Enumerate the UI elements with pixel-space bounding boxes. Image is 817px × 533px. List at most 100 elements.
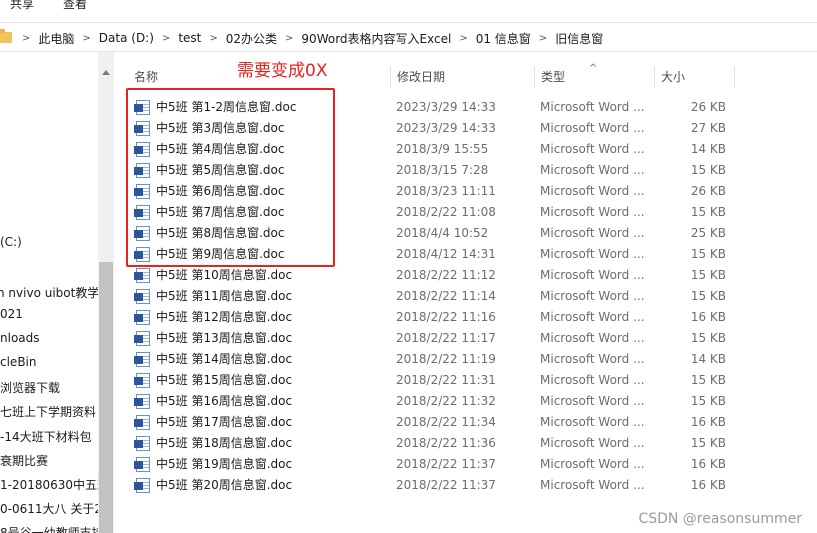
word-doc-icon — [134, 331, 150, 346]
chevron-right-icon[interactable]: > — [201, 33, 225, 44]
file-row[interactable]: 中5班 第7周信息窗.doc 2018/2/22 11:08 Microsoft W… — [114, 202, 817, 223]
chevron-right-icon[interactable]: > — [277, 33, 301, 44]
file-type: Microsoft Word ... — [540, 310, 645, 324]
file-name: 中5班 第10周信息窗.doc — [156, 268, 293, 282]
column-size-header[interactable]: 大小 — [654, 66, 734, 88]
file-name: 中5班 第3周信息窗.doc — [156, 121, 285, 135]
breadcrumb-test[interactable]: test — [178, 31, 201, 45]
file-type: Microsoft Word ... — [540, 394, 645, 408]
file-size: 27 KB — [690, 121, 726, 135]
column-divider — [734, 66, 741, 88]
file-date: 2018/2/22 11:32 — [396, 394, 496, 408]
file-row[interactable]: 中5班 第15周信息窗.doc 2018/2/22 11:31 Microsoft … — [114, 370, 817, 391]
file-type: Microsoft Word ... — [540, 268, 645, 282]
file-date: 2018/4/4 10:52 — [396, 226, 489, 240]
nav-item-c-drive[interactable]: (C:) — [0, 235, 22, 249]
word-doc-icon — [134, 352, 150, 367]
file-size: 16 KB — [690, 415, 726, 429]
file-row[interactable]: 中5班 第1-2周信息窗.doc 2023/3/29 14:33 Microsoft… — [114, 97, 817, 118]
nav-item[interactable]: 衰期比赛 — [0, 452, 48, 469]
file-name: 中5班 第7周信息窗.doc — [156, 205, 285, 219]
nav-item-recycle-bin[interactable]: cleBin — [0, 355, 37, 369]
word-doc-icon — [134, 100, 150, 115]
file-date: 2018/3/15 7:28 — [396, 163, 489, 177]
file-row[interactable]: 中5班 第3周信息窗.doc 2023/3/29 14:33 Microsoft W… — [114, 118, 817, 139]
breadcrumb-this-pc[interactable]: 此电脑 — [38, 30, 74, 47]
nav-scrollbar-thumb[interactable] — [99, 262, 113, 533]
nav-item[interactable]: 七班上下学期资料 — [0, 403, 96, 420]
file-type: Microsoft Word ... — [540, 352, 645, 366]
file-row[interactable]: 中5班 第16周信息窗.doc 2018/2/22 11:32 Microsoft … — [114, 391, 817, 412]
file-row[interactable]: 中5班 第18周信息窗.doc 2018/2/22 11:36 Microsoft … — [114, 433, 817, 454]
file-name: 中5班 第17周信息窗.doc — [156, 415, 293, 429]
breadcrumb: > 此电脑 > Data (D:) > test > 02办公类 > 90Wor… — [14, 23, 603, 53]
file-type: Microsoft Word ... — [540, 415, 645, 429]
file-type: Microsoft Word ... — [540, 163, 645, 177]
breadcrumb-office[interactable]: 02办公类 — [226, 30, 277, 47]
chevron-right-icon[interactable]: > — [451, 33, 475, 44]
scroll-up-icon[interactable] — [102, 70, 110, 75]
nav-item-downloads[interactable]: nloads — [0, 331, 40, 345]
nav-item[interactable]: n nvivo uibot教学 — [0, 284, 99, 301]
annotation-label: 需要变成0X — [237, 61, 328, 81]
file-size: 26 KB — [690, 184, 726, 198]
file-row[interactable]: 中5班 第9周信息窗.doc 2018/4/12 14:31 Microsoft W… — [114, 244, 817, 265]
file-type: Microsoft Word ... — [540, 226, 645, 240]
file-date: 2023/3/29 14:33 — [396, 100, 496, 114]
file-name: 中5班 第9周信息窗.doc — [156, 247, 285, 261]
chevron-right-icon[interactable]: > — [14, 33, 38, 44]
breadcrumb-old-info-window[interactable]: 旧信息窗 — [555, 30, 603, 47]
column-date-header[interactable]: 修改日期 — [390, 66, 534, 88]
word-doc-icon — [134, 289, 150, 304]
word-doc-icon — [134, 373, 150, 388]
column-header: 名称 修改日期 类型 大小 ^ — [114, 63, 817, 88]
file-row[interactable]: 中5班 第5周信息窗.doc 2018/3/15 7:28 Microsoft Wo… — [114, 160, 817, 181]
file-type: Microsoft Word ... — [540, 121, 645, 135]
nav-item[interactable]: 8号谷一幼教师支持 — [0, 524, 104, 533]
ribbon-tab-share[interactable]: 共享 — [10, 0, 34, 12]
breadcrumb-info-window[interactable]: 01 信息窗 — [476, 30, 531, 47]
file-row[interactable]: 中5班 第20周信息窗.doc 2018/2/22 11:37 Microsoft … — [114, 475, 817, 496]
file-row[interactable]: 中5班 第10周信息窗.doc 2018/2/22 11:12 Microsoft … — [114, 265, 817, 286]
file-name: 中5班 第4周信息窗.doc — [156, 142, 285, 156]
word-doc-icon — [134, 163, 150, 178]
file-row[interactable]: 中5班 第17周信息窗.doc 2018/2/22 11:34 Microsoft … — [114, 412, 817, 433]
file-row[interactable]: 中5班 第13周信息窗.doc 2018/2/22 11:17 Microsoft … — [114, 328, 817, 349]
file-size: 15 KB — [690, 268, 726, 282]
file-name: 中5班 第13周信息窗.doc — [156, 331, 293, 345]
file-name: 中5班 第8周信息窗.doc — [156, 226, 285, 240]
ribbon-tab-view[interactable]: 查看 — [63, 0, 87, 12]
file-row[interactable]: 中5班 第12周信息窗.doc 2018/2/22 11:16 Microsoft … — [114, 307, 817, 328]
file-row[interactable]: 中5班 第19周信息窗.doc 2018/2/22 11:37 Microsoft … — [114, 454, 817, 475]
nav-item[interactable]: 1-20180630中五班 — [0, 476, 109, 493]
file-date: 2018/2/22 11:12 — [396, 268, 496, 282]
file-date: 2018/4/12 14:31 — [396, 247, 496, 261]
file-date: 2018/2/22 11:34 — [396, 415, 496, 429]
breadcrumb-word-to-excel[interactable]: 90Word表格内容写入Excel — [301, 30, 451, 47]
nav-item[interactable]: -14大班下材料包 — [0, 428, 92, 445]
nav-item[interactable]: 浏览器下载 — [0, 379, 60, 396]
file-type: Microsoft Word ... — [540, 436, 645, 450]
file-date: 2018/2/22 11:31 — [396, 373, 496, 387]
file-size: 15 KB — [690, 205, 726, 219]
address-bar[interactable]: > 此电脑 > Data (D:) > test > 02办公类 > 90Wor… — [0, 22, 817, 52]
file-size: 15 KB — [690, 436, 726, 450]
chevron-right-icon[interactable]: > — [74, 33, 98, 44]
file-date: 2018/3/9 15:55 — [396, 142, 489, 156]
breadcrumb-data-drive[interactable]: Data (D:) — [99, 31, 154, 45]
file-row[interactable]: 中5班 第14周信息窗.doc 2018/2/22 11:19 Microsoft … — [114, 349, 817, 370]
file-row[interactable]: 中5班 第4周信息窗.doc 2018/3/9 15:55 Microsoft Wo… — [114, 139, 817, 160]
nav-item[interactable]: 021 — [0, 307, 23, 321]
file-row[interactable]: 中5班 第6周信息窗.doc 2018/3/23 11:11 Microsoft W… — [114, 181, 817, 202]
nav-item[interactable]: 0-0611大八 关于2 — [0, 500, 102, 517]
file-size: 16 KB — [690, 310, 726, 324]
file-type: Microsoft Word ... — [540, 100, 645, 114]
file-date: 2018/2/22 11:14 — [396, 289, 496, 303]
word-doc-icon — [134, 310, 150, 325]
file-size: 15 KB — [690, 331, 726, 345]
file-row[interactable]: 中5班 第11周信息窗.doc 2018/2/22 11:14 Microsoft … — [114, 286, 817, 307]
file-size: 14 KB — [690, 142, 726, 156]
chevron-right-icon[interactable]: > — [154, 33, 178, 44]
chevron-right-icon[interactable]: > — [531, 33, 555, 44]
file-row[interactable]: 中5班 第8周信息窗.doc 2018/4/4 10:52 Microsoft Wo… — [114, 223, 817, 244]
